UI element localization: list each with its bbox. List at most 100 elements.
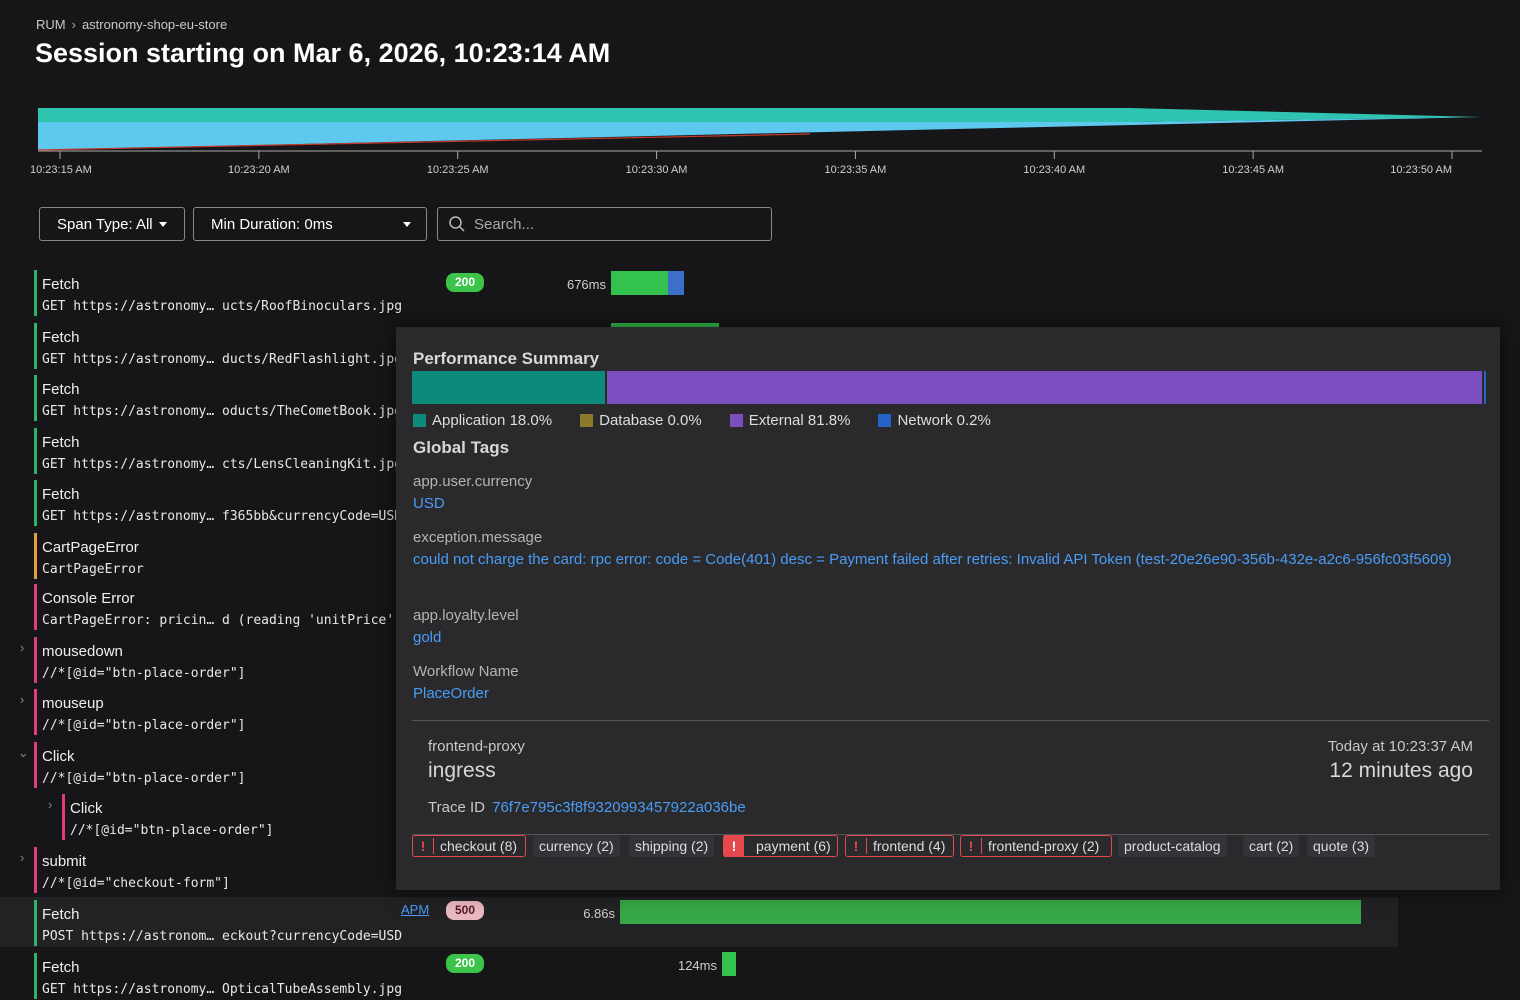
span-detail: POST https://astronom… eckout?currencyCo… (42, 929, 403, 944)
service-chip[interactable]: shipping (2) (629, 835, 715, 857)
span-waterfall-bar[interactable] (722, 952, 736, 976)
span-title: CartPageError (42, 539, 139, 556)
min-duration-dropdown[interactable]: Min Duration: 0ms (193, 207, 427, 241)
span-title: Click (70, 800, 103, 817)
tag-key: app.loyalty.level (413, 607, 519, 624)
legend-external: External 81.8% (729, 412, 850, 429)
performance-summary-heading: Performance Summary (413, 349, 600, 368)
service-chip[interactable]: ! frontend (4) (845, 835, 954, 857)
span-color-bar (34, 637, 37, 683)
span-waterfall-network (668, 271, 684, 295)
span-detail: //*[@id="btn-place-order"] (42, 718, 246, 733)
service-chip-label: frontend-proxy (2) (988, 838, 1100, 854)
service-chip-label: frontend (4) (873, 838, 946, 854)
divider (412, 720, 1489, 721)
span-title: Console Error (42, 590, 135, 607)
legend-swatch (878, 414, 892, 427)
span-timestamp: Today at 10:23:37 AM (1327, 738, 1473, 755)
span-title: Fetch (42, 906, 80, 923)
chevron-right-icon[interactable]: › (48, 797, 52, 812)
breadcrumb-app[interactable]: astronomy-shop-eu-store (82, 17, 227, 32)
legend-pct: 18.0% (509, 412, 553, 429)
span-title: Click (42, 748, 75, 765)
span-title: Fetch (42, 329, 80, 346)
timeline-teal-band (38, 108, 1482, 122)
span-title: Fetch (42, 276, 80, 293)
timeline-tick-label: 10:23:45 AM (1222, 164, 1284, 176)
legend-database: Database 0.0% (580, 412, 702, 429)
service-chip-label: cart (2) (1249, 838, 1294, 854)
span-detail: GET https://astronomy… cts/LensCleaningK… (42, 457, 403, 472)
span-duration: 676ms (566, 277, 606, 292)
chevron-right-icon[interactable]: › (20, 692, 24, 707)
tag-key: exception.message (413, 529, 543, 546)
span-color-bar (62, 794, 65, 840)
service-chip-label: payment (6) (756, 838, 831, 854)
span-row[interactable]: Fetch GET https://astronomy… ucts/RoofBi… (0, 267, 1520, 317)
span-waterfall-bar[interactable] (611, 271, 668, 295)
span-color-bar (34, 953, 37, 999)
legend-swatch (580, 414, 594, 427)
span-color-bar (34, 900, 37, 946)
service-chip[interactable]: currency (2) (533, 835, 620, 857)
search-icon (449, 216, 465, 232)
service-chip[interactable]: quote (3) (1307, 835, 1376, 857)
page-title: Session starting on Mar 6, 2026, 10:23:1… (35, 38, 611, 68)
session-timeline[interactable]: 10:23:15 AM 10:23:20 AM 10:23:25 AM 10:23:3… (30, 100, 1490, 180)
apm-link[interactable]: APM (401, 902, 429, 917)
service-chip[interactable]: ! payment (6) (723, 835, 838, 857)
span-color-bar (34, 742, 37, 788)
search-input[interactable]: Search... (437, 207, 772, 241)
span-title: submit (42, 853, 87, 870)
service-chip[interactable]: ! frontend-proxy (2) (960, 835, 1112, 857)
tag-value[interactable]: could not charge the card: rpc error: co… (413, 549, 1453, 571)
caret-down-icon (403, 221, 411, 227)
min-duration-label: Min Duration: 0ms (211, 215, 333, 233)
status-badge: 500 (446, 901, 484, 920)
perf-segment-application (412, 371, 607, 404)
trace-id-link[interactable]: 76f7e795c3f8f9320993457922a036be (492, 799, 746, 816)
span-detail: //*[@id="btn-place-order"] (42, 771, 246, 786)
legend-label: Network (897, 412, 953, 429)
breadcrumb: RUM › astronomy-shop-eu-store (36, 17, 227, 32)
span-duration: 6.86s (583, 906, 615, 921)
breadcrumb-rum[interactable]: RUM (36, 17, 66, 32)
legend-pct: 0.2% (956, 412, 991, 429)
tag-value[interactable]: gold (413, 627, 1453, 649)
span-detail: GET https://astronomy… ducts/RedFlashlig… (42, 352, 403, 367)
service-chip-label: quote (3) (1313, 838, 1370, 854)
service-chip[interactable]: product-catalog (1118, 835, 1227, 857)
timeline-tick-label: 10:23:40 AM (1023, 164, 1085, 176)
legend-label: Database (599, 412, 664, 429)
service-chip[interactable]: ! checkout (8) (412, 835, 526, 857)
trace-id-label: Trace ID (428, 799, 485, 816)
span-detail: GET https://astronomy… f365bb&currencyCo… (42, 509, 403, 524)
span-row-selected[interactable]: Fetch POST https://astronom… eckout?curr… (0, 897, 1398, 947)
span-color-bar (34, 584, 37, 630)
span-detail: CartPageError: pricin… d (reading 'unitP… (42, 613, 403, 628)
status-badge: 200 (446, 273, 484, 292)
service-name: frontend-proxy (428, 738, 525, 755)
error-icon: ! (846, 838, 867, 854)
span-detail: GET https://astronomy… OpticalTubeAssemb… (42, 982, 403, 997)
search-placeholder: Search... (474, 215, 535, 233)
chevron-right-icon[interactable]: › (20, 850, 24, 865)
span-color-bar (34, 847, 37, 893)
span-type-dropdown[interactable]: Span Type: All (39, 207, 185, 241)
timeline-tick-label: 10:23:50 AM (1390, 164, 1452, 176)
service-chip[interactable]: cart (2) (1243, 835, 1300, 857)
error-icon: ! (724, 835, 744, 857)
tag-value[interactable]: USD (413, 493, 1453, 515)
status-badge: 200 (446, 954, 484, 973)
tag-value[interactable]: PlaceOrder (413, 683, 1453, 705)
legend-swatch (729, 414, 743, 427)
perf-segment-network (1483, 371, 1488, 404)
span-waterfall-bar[interactable] (620, 900, 1361, 924)
chevron-right-icon[interactable]: › (20, 640, 24, 655)
span-detail: //*[@id="btn-place-order"] (70, 823, 274, 838)
service-chip-label: product-catalog (1124, 838, 1221, 854)
trace-id-row: Trace ID 76f7e795c3f8f9320993457922a036b… (428, 799, 746, 816)
chevron-down-icon[interactable]: ⌄ (18, 745, 29, 761)
span-row[interactable]: Fetch GET https://astronomy… OpticalTube… (0, 950, 1520, 1000)
span-color-bar (34, 689, 37, 735)
